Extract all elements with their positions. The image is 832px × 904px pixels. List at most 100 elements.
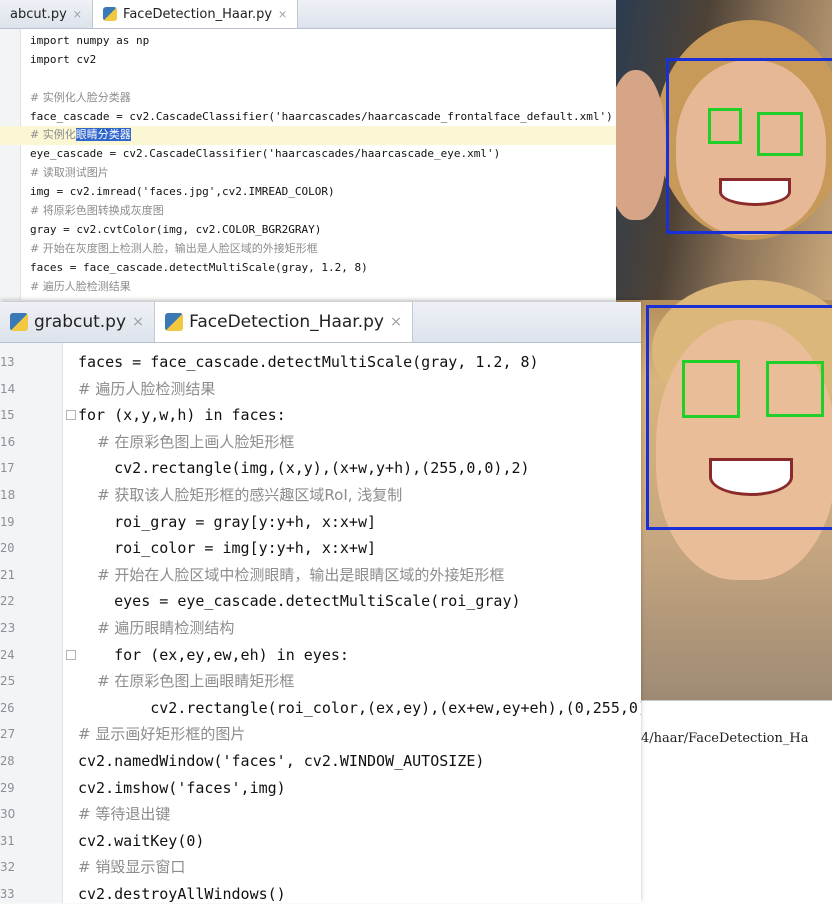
output-path-text: 4/haar/FaceDetection_Ha (641, 731, 809, 746)
code-line: 15 for (x,y,w,h) in faces: (0, 402, 641, 429)
code-line: 26 cv2.rectangle(roi_color,(ex,ey),(ex+e… (0, 695, 641, 722)
code-comment: 27 # 显示画好矩形框的图片 (0, 721, 641, 748)
line-number: 14 (0, 381, 16, 396)
line-number: 16 (0, 434, 16, 449)
code-line: 19 roi_gray = gray[y:y+h, x:x+w] (0, 509, 641, 536)
close-icon[interactable]: × (390, 314, 402, 330)
tab-label: FaceDetection_Haar.py (123, 6, 273, 22)
code-text: cv2.destroyAllWindows() (78, 884, 286, 903)
code-area[interactable]: import numpy as np import cv2 # 实例化人脸分类器… (0, 32, 616, 296)
fold-icon[interactable] (66, 649, 76, 660)
line-number: 24 (0, 647, 15, 662)
code-text: cv2.namedWindow('faces', cv2.WINDOW_AUTO… (78, 751, 485, 770)
code-line: face_cascade = cv2.CascadeClassifier('ha… (30, 109, 613, 123)
eye-detection-box (766, 361, 824, 417)
code-comment: 30 # 等待退出键 (0, 801, 641, 828)
faces-image (616, 0, 832, 700)
eye-detection-box (682, 360, 740, 418)
code-text: # 获取该人脸矩形框的感兴趣区域RoI, 浅复制 (78, 485, 403, 504)
tab-grabcut[interactable]: grabcut.py × (0, 302, 156, 342)
code-comment: 23 # 遍历眼睛检测结构 (0, 615, 641, 642)
code-line: 22 eyes = eye_cascade.detectMultiScale(r… (0, 588, 641, 615)
close-icon[interactable]: × (278, 8, 287, 21)
code-line: img = cv2.imread('faces.jpg',cv2.IMREAD_… (30, 185, 335, 199)
tab-label: abcut.py (10, 6, 67, 22)
line-number: 21 (0, 567, 16, 582)
tab-facedetection[interactable]: FaceDetection_Haar.py × (155, 302, 414, 342)
line-number: 13 (0, 355, 15, 369)
code-comment: 18 # 获取该人脸矩形框的感兴趣区域RoI, 浅复制 (0, 482, 641, 509)
code-text: # 在原彩色图上画眼睛矩形框 (78, 672, 295, 691)
code-text: # 在原彩色图上画人脸矩形框 (78, 432, 295, 451)
line-number: 18 (0, 487, 16, 502)
code-text: roi_color = img[y:y+h, x:x+w] (78, 539, 377, 558)
code-text: # 开始在人脸区域中检测眼睛，输出是眼睛区域的外接矩形框 (78, 565, 505, 584)
code-line: 13 faces = face_cascade.detectMultiScale(… (0, 349, 641, 376)
code-text: for (x,y,w,h) in faces: (78, 406, 286, 425)
eye-detection-box (708, 108, 742, 144)
code-comment: 21 # 开始在人脸区域中检测眼睛，输出是眼睛区域的外接矩形框 (0, 562, 641, 589)
code-comment: # 开始在灰度图上检测人脸，输出是人脸区域的外接矩形框 (30, 241, 318, 255)
code-line: import cv2 (30, 52, 97, 66)
tab-bar: grabcut.py × FaceDetection_Haar.py × (0, 302, 641, 343)
close-icon[interactable]: × (132, 314, 144, 330)
line-number: 30 (0, 807, 16, 822)
python-file-icon (103, 7, 118, 21)
code-comment-current: # 实例化眼睛分类器 (0, 126, 616, 146)
line-number: 17 (0, 461, 15, 476)
code-line: 20 roi_color = img[y:y+h, x:x+w] (0, 535, 641, 562)
code-line: 24 for (ex,ey,ew,eh) in eyes: (0, 642, 641, 669)
code-comment: # 遍历人脸检测结果 (30, 279, 131, 293)
code-line: 33 cv2.destroyAllWindows() (0, 881, 641, 903)
code-text: cv2.rectangle(roi_color,(ex,ey),(ex+ew,e… (78, 698, 641, 717)
code-text: # 遍历人脸检测结果 (78, 379, 216, 398)
code-text: # 销毁显示窗口 (78, 858, 186, 877)
line-number: 31 (0, 833, 15, 848)
tab-bar: abcut.py × FaceDetection_Haar.py × (0, 0, 616, 29)
face-detection-box (666, 58, 832, 234)
tab-grabcut[interactable]: abcut.py × (0, 0, 94, 28)
editor-window-front: grabcut.py × FaceDetection_Haar.py × 13 f… (0, 302, 641, 903)
close-icon[interactable]: × (73, 8, 82, 21)
code-comment: 32 # 销毁显示窗口 (0, 854, 641, 881)
comment-text: # 实例化 (30, 128, 76, 142)
fold-icon[interactable] (66, 410, 76, 421)
code-area[interactable]: 13 faces = face_cascade.detectMultiScale(… (0, 349, 641, 903)
line-number: 32 (0, 860, 16, 875)
code-text: for (ex,ey,ew,eh) in eyes: (78, 645, 349, 664)
tab-facedetection[interactable]: FaceDetection_Haar.py × (93, 0, 299, 28)
python-file-icon (10, 313, 28, 331)
code-line: 17 cv2.rectangle(img,(x,y),(x+w,y+h),(25… (0, 455, 641, 482)
code-line: faces = face_cascade.detectMultiScale(gr… (30, 260, 368, 274)
code-text: cv2.waitKey(0) (78, 831, 205, 850)
code-text: # 等待退出键 (78, 805, 171, 824)
line-number: 25 (0, 674, 16, 689)
code-comment: # 将原彩色图转换成灰度图 (30, 204, 164, 218)
line-number: 23 (0, 620, 16, 635)
python-file-icon (165, 313, 184, 331)
code-text: cv2.imshow('faces',img) (78, 778, 286, 797)
code-text: roi_gray = gray[y:y+h, x:x+w] (78, 512, 377, 531)
code-line: eye_cascade = cv2.CascadeClassifier('haa… (30, 147, 501, 161)
code-comment: 16 # 在原彩色图上画人脸矩形框 (0, 429, 641, 456)
line-number: 15 (0, 408, 15, 423)
code-comment: # 实例化人脸分类器 (30, 90, 131, 104)
code-line: 28 cv2.namedWindow('faces', cv2.WINDOW_AU… (0, 748, 641, 775)
line-number: 19 (0, 514, 15, 529)
code-text: faces = face_cascade.detectMultiScale(gr… (78, 353, 539, 371)
editor-window-back: abcut.py × FaceDetection_Haar.py × impor… (0, 0, 616, 300)
code-line: 31 cv2.waitKey(0) (0, 828, 641, 855)
code-text: # 显示画好矩形框的图片 (78, 725, 246, 744)
line-number: 27 (0, 727, 16, 742)
selected-text: 眼睛分类器 (75, 128, 131, 142)
line-number: 26 (0, 700, 15, 715)
code-text: eyes = eye_cascade.detectMultiScale(roi_… (78, 592, 521, 611)
code-line: gray = cv2.cvtColor(img, cv2.COLOR_BGR2G… (30, 222, 322, 236)
tab-label: FaceDetection_Haar.py (189, 312, 384, 332)
run-output-panel: 4/haar/FaceDetection_Ha (641, 700, 832, 904)
code-comment: 25 # 在原彩色图上画眼睛矩形框 (0, 668, 641, 695)
line-number: 28 (0, 753, 15, 768)
line-number: 29 (0, 780, 15, 795)
line-number: 22 (0, 594, 15, 609)
